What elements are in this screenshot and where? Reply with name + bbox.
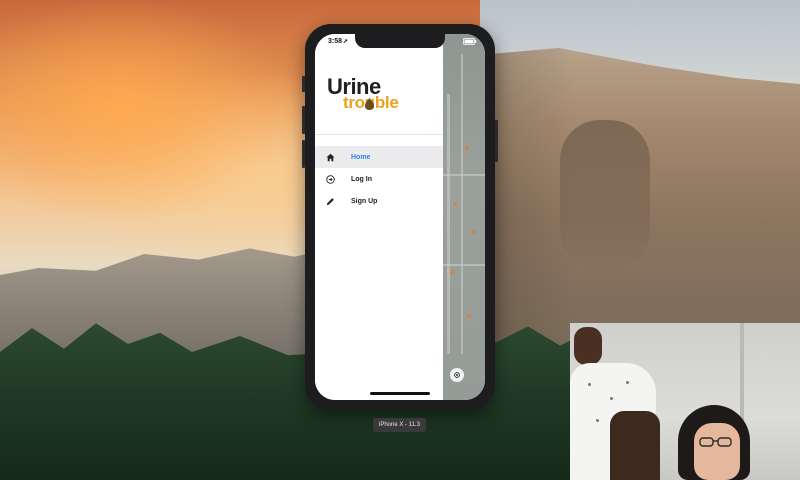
map-marker[interactable] [471,230,475,234]
map-marker[interactable] [465,146,469,150]
glasses-icon [699,437,732,447]
map-marker[interactable] [467,314,471,318]
webcam-overlay [570,323,800,480]
simulator-device-label: iPhone X - 11.3 [373,418,426,432]
poop-icon [365,98,374,110]
battery-icon [463,38,477,45]
home-icon [324,151,336,163]
login-icon [324,173,336,185]
webcam-person-second-face [694,423,740,480]
locate-me-button[interactable] [450,368,464,382]
pencil-icon [324,195,336,207]
wallpaper-cliff-shadow [560,120,650,270]
status-time-text: 3:58 [328,38,343,45]
home-indicator[interactable] [370,392,430,395]
webcam-person-presenter-arm [610,411,660,480]
menu-item-login[interactable]: Log In [315,168,443,190]
device-power-button [495,120,498,162]
map-view[interactable] [443,34,485,400]
device-mute-switch [302,76,305,92]
drawer-divider [315,134,443,135]
app-logo: Urine trouble [327,74,433,122]
menu-item-signup[interactable]: Sign Up [315,190,443,212]
menu-item-home[interactable]: Home [315,146,443,168]
device-screen: Urine trouble Home Log In [315,34,485,400]
device-notch [355,34,445,48]
map-marker[interactable] [451,270,455,274]
simulator-device: Urine trouble Home Log In [302,24,498,410]
menu-item-label: Sign Up [351,197,378,205]
crosshair-icon [454,372,460,378]
map-marker[interactable] [453,202,457,206]
webcam-person-presenter-head [574,327,602,365]
navigation-drawer: Urine trouble Home Log In [315,34,443,400]
device-volume-up [302,106,305,134]
location-arrow-icon: ➚ [343,39,349,45]
status-bar-right [463,38,477,47]
menu-item-label: Log In [351,175,372,183]
device-volume-down [302,140,305,168]
menu-item-label: Home [351,153,371,161]
status-bar-time: 3:58➚ [328,38,348,45]
